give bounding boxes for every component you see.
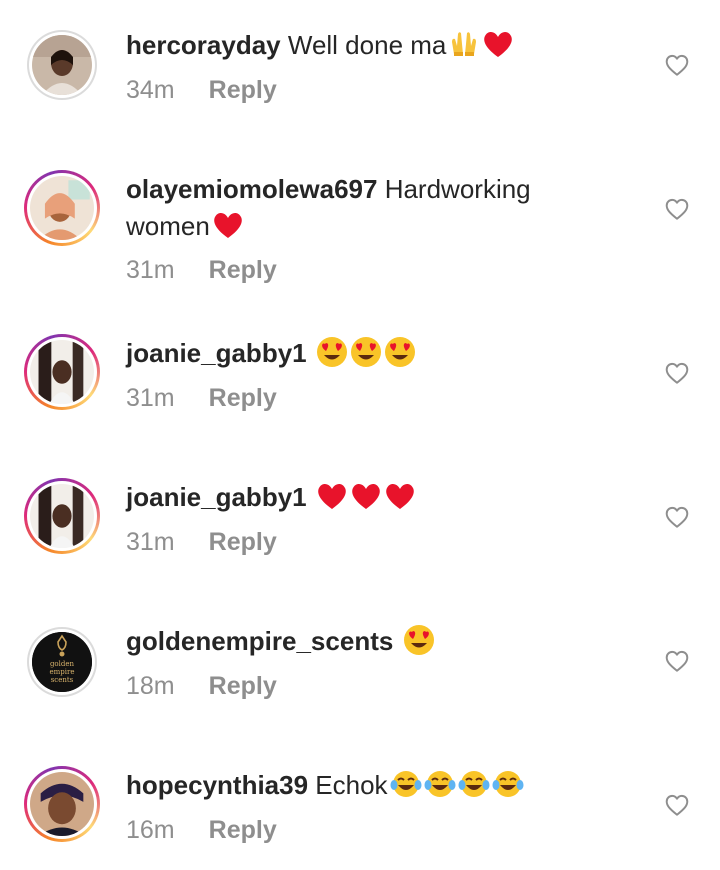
reply-button[interactable]: Reply: [209, 816, 277, 844]
reply-button[interactable]: Reply: [209, 528, 277, 556]
comment-message: Well done ma: [280, 30, 447, 60]
reply-button[interactable]: Reply: [209, 76, 277, 104]
comment-time: 16m: [126, 816, 175, 844]
avatar[interactable]: [24, 170, 100, 246]
comment-time: 34m: [126, 76, 175, 104]
comment-meta: 16m Reply: [126, 816, 277, 845]
reply-button[interactable]: Reply: [209, 672, 277, 700]
heart-eyes-emoji: [384, 336, 416, 368]
like-heart-icon[interactable]: [664, 360, 690, 386]
tears-of-joy-emoji: [458, 768, 490, 800]
like-heart-icon[interactable]: [664, 196, 690, 222]
comment-meta: 31m Reply: [126, 528, 277, 557]
tears-of-joy-emoji: [390, 768, 422, 800]
comment-username[interactable]: olayemiomolewa697: [126, 174, 377, 204]
heart-eyes-emoji: [316, 336, 348, 368]
avatar[interactable]: [24, 478, 100, 554]
comment-meta: 34m Reply: [126, 76, 277, 105]
comment-time: 31m: [126, 256, 175, 284]
reply-button[interactable]: Reply: [209, 384, 277, 412]
avatar[interactable]: [24, 334, 100, 410]
comment-message: [307, 482, 314, 512]
heart-eyes-emoji: [350, 336, 382, 368]
svg-text:scents: scents: [51, 676, 74, 684]
red-heart-emoji: [316, 480, 348, 512]
tears-of-joy-emoji: [424, 768, 456, 800]
comment-username[interactable]: joanie_gabby1: [126, 482, 307, 512]
red-heart-emoji: [212, 209, 244, 241]
comment-text: joanie_gabby1: [126, 335, 646, 372]
avatar[interactable]: golden empire scents: [27, 627, 97, 697]
avatar[interactable]: [24, 766, 100, 842]
comment-meta: 31m Reply: [126, 384, 277, 413]
svg-text:empire: empire: [50, 668, 75, 676]
comment-time: 31m: [126, 528, 175, 556]
comment-username[interactable]: goldenempire_scents: [126, 626, 393, 656]
comment-text: goldenempire_scents: [126, 623, 646, 660]
avatar[interactable]: [27, 30, 97, 100]
raising-hands-emoji: [448, 28, 480, 60]
comment-text: joanie_gabby1: [126, 479, 646, 516]
comment-time: 18m: [126, 672, 175, 700]
red-heart-emoji: [350, 480, 382, 512]
comment-username[interactable]: hercorayday: [126, 30, 281, 60]
comment-text: hercorayday Well done ma: [126, 27, 646, 64]
comment-text: olayemiomolewa697 Hardworking women: [126, 171, 596, 245]
red-heart-emoji: [482, 28, 514, 60]
like-heart-icon[interactable]: [664, 792, 690, 818]
like-heart-icon[interactable]: [664, 52, 690, 78]
red-heart-emoji: [384, 480, 416, 512]
like-heart-icon[interactable]: [664, 504, 690, 530]
comment-username[interactable]: hopecynthia39: [126, 770, 308, 800]
comment-meta: 18m Reply: [126, 672, 277, 701]
reply-button[interactable]: Reply: [209, 256, 277, 284]
comment-message: Echok: [308, 770, 388, 800]
like-heart-icon[interactable]: [664, 648, 690, 674]
tears-of-joy-emoji: [492, 768, 524, 800]
svg-text:golden: golden: [50, 660, 75, 668]
comment-username[interactable]: joanie_gabby1: [126, 338, 307, 368]
heart-eyes-emoji: [403, 624, 435, 656]
comment-time: 31m: [126, 384, 175, 412]
comment-meta: 31m Reply: [126, 256, 277, 285]
comment-text: hopecynthia39 Echok: [126, 767, 646, 804]
comment-message: [393, 626, 400, 656]
golden-empire-logo: goldenempirescents: [32, 632, 92, 692]
comment-message: [307, 338, 314, 368]
